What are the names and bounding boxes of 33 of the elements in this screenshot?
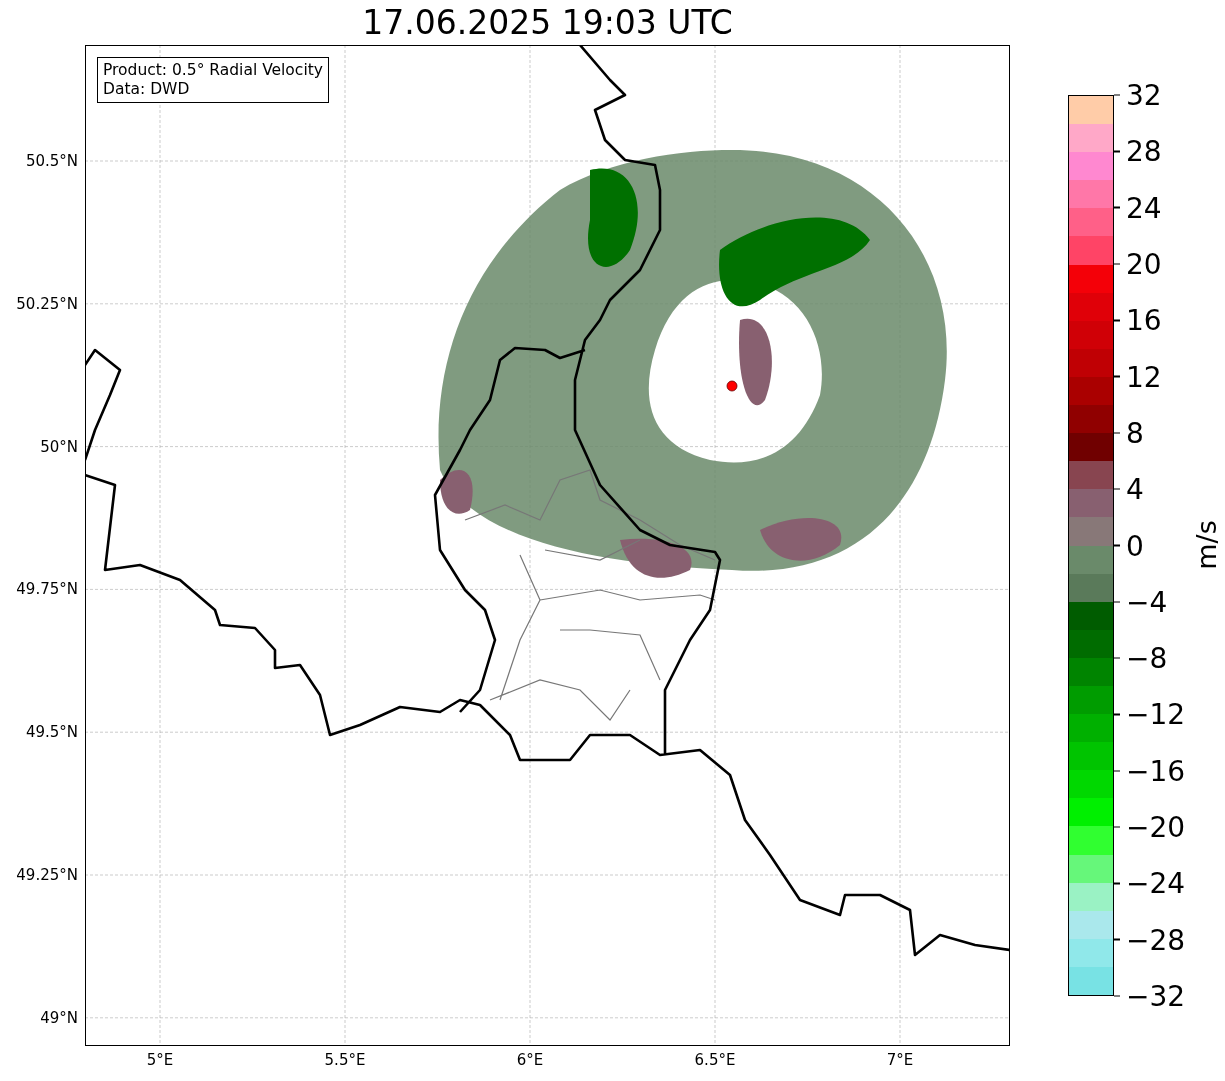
colorbar-tick-label: −12 [1126, 697, 1186, 731]
latitude-label: 49.25°N [16, 866, 78, 884]
colorbar-tick-label: 20 [1126, 247, 1162, 281]
longitude-label: 7°E [886, 1051, 914, 1069]
longitude-label: 5°E [146, 1051, 174, 1069]
colorbar-tick-label: 16 [1126, 303, 1162, 337]
latitude-label: 49.75°N [16, 580, 78, 599]
latitude-label: 50.5°N [25, 152, 78, 170]
latitude-label: 50.25°N [16, 294, 78, 313]
colorbar-tick-label: −32 [1126, 979, 1186, 1013]
colorbar-tick-label: 12 [1126, 360, 1162, 394]
colorbar-tick-label: −24 [1126, 866, 1186, 900]
colorbar-tick-label: 8 [1126, 416, 1144, 450]
colorbar-tick-label: 32 [1126, 78, 1162, 112]
legend-text: Product: 0.5° Radial Velocity [103, 61, 323, 80]
colorbar-tick-label: 24 [1126, 191, 1162, 225]
longitude-label: 6°E [516, 1051, 544, 1069]
colorbar-tick-label: −8 [1126, 641, 1168, 675]
legend-text: Data: DWD [103, 80, 191, 99]
chart-title: 17.06.2025 19:03 UTC [362, 3, 733, 44]
colorbar-tick-label: −16 [1126, 754, 1186, 788]
colorbar-unit-label: m/s [1190, 520, 1222, 570]
latitude-label: 49°N [40, 1008, 78, 1027]
latitude-label: 50°N [40, 437, 78, 456]
latitude-label: 49.5°N [25, 723, 78, 742]
longitude-label: 6.5°E [694, 1051, 736, 1069]
colorbar-tick-label: −28 [1126, 923, 1186, 957]
colorbar-tick-label: 0 [1126, 529, 1144, 562]
colorbar-tick-label: 28 [1126, 134, 1162, 168]
longitude-label: 5.5°E [324, 1051, 366, 1069]
colorbar-tick-label: −20 [1126, 810, 1186, 844]
colorbar-tick-label: −4 [1126, 585, 1168, 619]
colorbar-tick-label: 4 [1126, 472, 1144, 506]
